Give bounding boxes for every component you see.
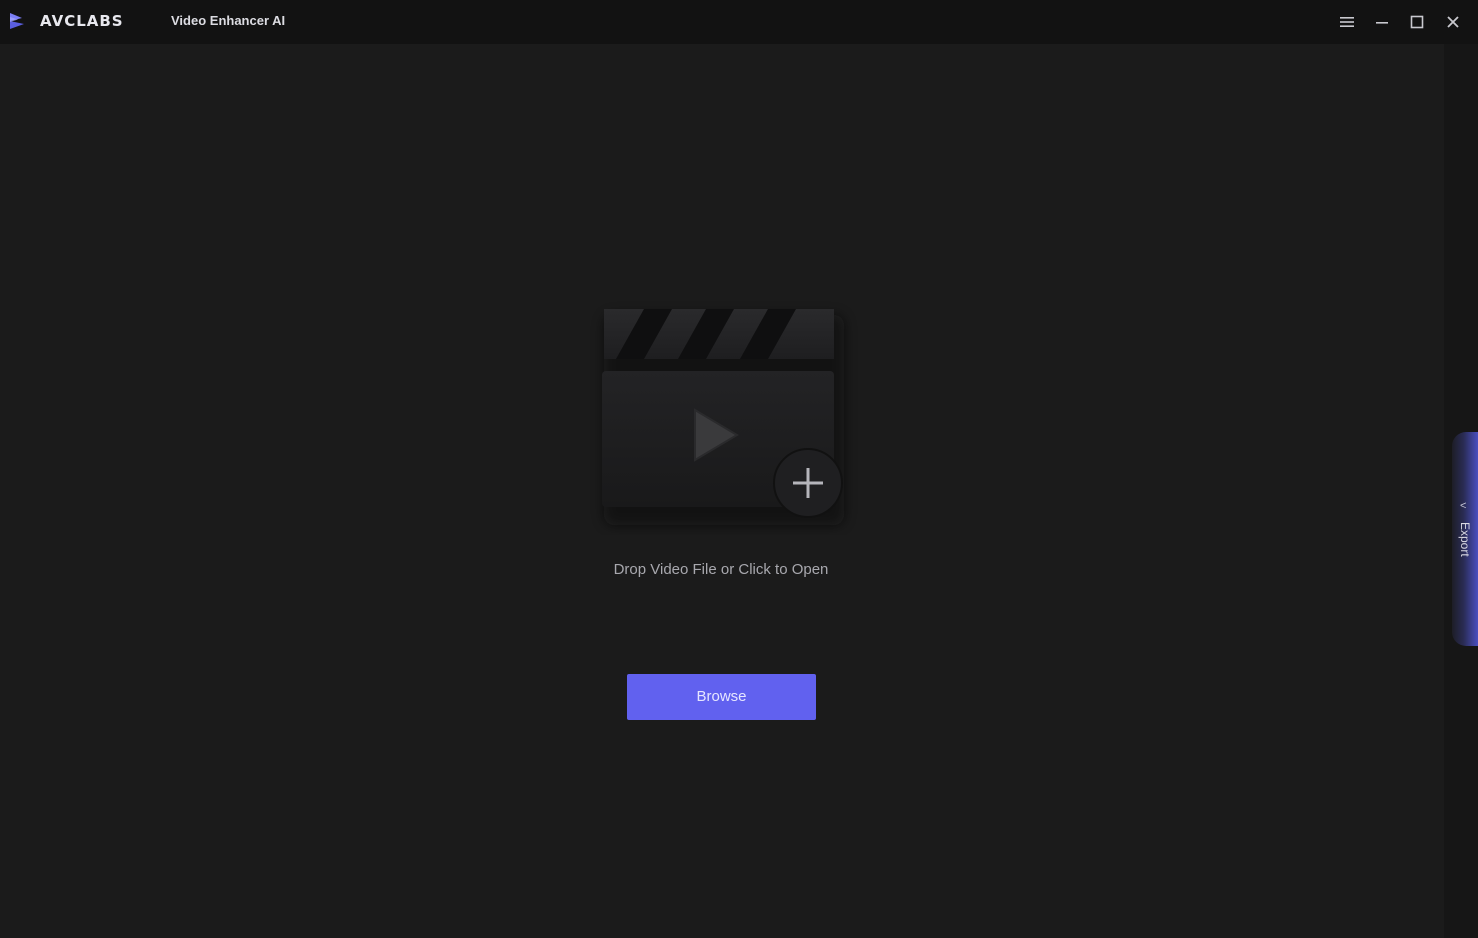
product-name: Video Enhancer AI <box>171 13 286 28</box>
close-button[interactable] <box>1439 8 1467 36</box>
video-drop-zone[interactable] <box>584 295 864 535</box>
browse-button[interactable]: Browse <box>627 674 816 720</box>
minimize-button[interactable] <box>1368 8 1396 36</box>
drop-instructions: Drop Video File or Click to Open <box>613 561 829 578</box>
brand-name: AVCLABS <box>40 12 124 30</box>
minimize-icon <box>1376 22 1388 24</box>
close-icon <box>1447 16 1459 28</box>
maximize-button[interactable] <box>1403 8 1431 36</box>
title-bar: AVCLABS Video Enhancer AI <box>0 0 1478 44</box>
menu-icon <box>1340 17 1354 27</box>
export-tab[interactable]: < Export <box>1452 432 1478 646</box>
maximize-icon <box>1410 15 1424 29</box>
chevron-left-icon: < <box>1460 500 1467 512</box>
right-side-panel: < Export <box>1444 44 1478 938</box>
app-window: AVCLABS Video Enhancer AI < Export Drop … <box>0 0 1478 938</box>
export-label: Export <box>1458 522 1472 557</box>
avclabs-logo-icon <box>10 13 24 29</box>
menu-button[interactable] <box>1333 8 1361 36</box>
clapper-top <box>604 309 834 359</box>
